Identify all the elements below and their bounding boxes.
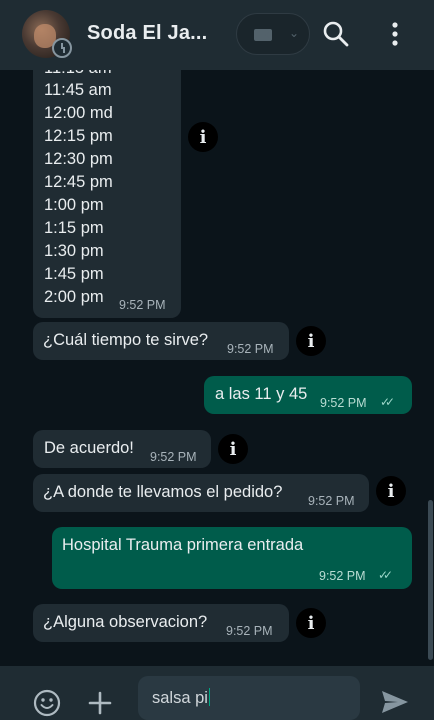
info-icon[interactable]: i (188, 122, 218, 152)
message-bubble-incoming[interactable]: ¿Cuál tiempo te sirve? 9:52 PM (33, 322, 289, 360)
video-call-button[interactable]: ⌄ (236, 13, 310, 55)
time-option: 12:00 md (44, 104, 113, 122)
message-bubble-incoming[interactable]: ¿Alguna observacion? 9:52 PM (33, 604, 289, 642)
time-option: 12:15 pm (44, 127, 113, 145)
message-bubble-incoming[interactable]: ¿A donde te llevamos el pedido? 9:52 PM (33, 474, 369, 512)
composer-bar: salsa pi (0, 666, 434, 720)
message-timestamp: 9:52 PM (319, 569, 366, 583)
time-option: 1:30 pm (44, 242, 104, 260)
message-timestamp: 9:52 PM (227, 342, 274, 356)
time-option: 1:00 pm (44, 196, 104, 214)
info-icon[interactable]: i (296, 608, 326, 638)
read-ticks-icon: ✓✓ (378, 568, 393, 582)
read-ticks-icon: ✓✓ (380, 395, 395, 409)
attach-plus-icon[interactable] (87, 690, 113, 716)
message-bubble-incoming[interactable]: De acuerdo! 9:52 PM (33, 430, 211, 468)
video-camera-icon (254, 29, 272, 41)
message-input-text: salsa pi (152, 689, 208, 707)
message-timestamp: 9:52 PM (150, 450, 197, 464)
time-option: 1:45 pm (44, 265, 104, 283)
time-option: 12:45 pm (44, 173, 113, 191)
status-clock-icon (52, 38, 72, 58)
time-option: 12:30 pm (44, 150, 113, 168)
search-icon (323, 21, 349, 47)
message-timestamp: 9:52 PM (320, 396, 367, 410)
time-option: 11:45 am (44, 81, 112, 99)
message-timestamp: 9:52 PM (226, 624, 273, 638)
message-text: a las 11 y 45 (215, 385, 308, 403)
send-icon[interactable] (380, 688, 410, 716)
message-text: ¿Alguna observacion? (43, 613, 208, 631)
message-input[interactable]: salsa pi (138, 676, 360, 720)
chevron-down-icon: ⌄ (289, 26, 300, 40)
message-timestamp: 9:52 PM (119, 298, 166, 312)
message-bubble-outgoing[interactable]: Hospital Trauma primera entrada 9:52 PM … (52, 527, 412, 589)
message-text: ¿A donde te llevamos el pedido? (43, 483, 283, 501)
message-bubble-incoming[interactable]: 11:15 am 11:45 am 12:00 md 12:15 pm 12:3… (33, 70, 181, 318)
info-icon[interactable]: i (376, 476, 406, 506)
info-icon[interactable]: i (296, 326, 326, 356)
more-vert-icon (392, 22, 398, 46)
message-text: Hospital Trauma primera entrada (62, 536, 304, 554)
more-options-button[interactable] (383, 18, 407, 50)
chat-header: Soda El Ja... ⌄ (0, 0, 434, 70)
message-timestamp: 9:52 PM (308, 494, 355, 508)
time-option: 1:15 pm (44, 219, 104, 237)
contact-name[interactable]: Soda El Ja... (87, 22, 207, 45)
message-text: ¿Cuál tiempo te sirve? (43, 331, 209, 349)
search-button[interactable] (320, 18, 352, 50)
emoji-icon[interactable] (32, 688, 62, 718)
scrollbar[interactable] (428, 500, 433, 660)
time-option: 2:00 pm (44, 288, 104, 306)
time-option-partial: 11:15 am (44, 70, 113, 79)
chat-area[interactable]: 11:15 am 11:45 am 12:00 md 12:15 pm 12:3… (0, 70, 434, 666)
text-cursor (208, 688, 211, 706)
message-bubble-outgoing[interactable]: a las 11 y 45 9:52 PM ✓✓ (204, 376, 412, 414)
info-icon[interactable]: i (218, 434, 248, 464)
message-text: De acuerdo! (44, 439, 134, 457)
